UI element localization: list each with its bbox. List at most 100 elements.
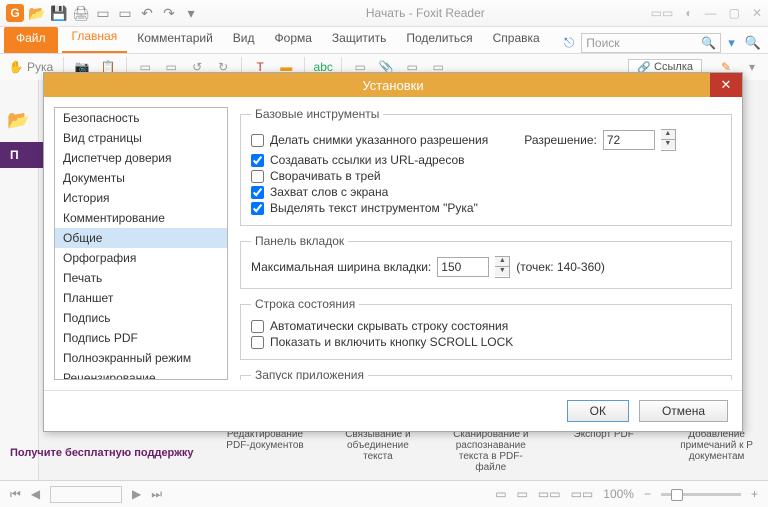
lbl-width-hint: (точек: 140-360) xyxy=(516,260,605,274)
lbl-scrolllock: Показать и включить кнопку SCROLL LOCK xyxy=(270,335,513,349)
cat-signature[interactable]: Подпись xyxy=(55,308,227,328)
dialog-close-button[interactable]: ✕ xyxy=(710,73,742,97)
prev-page-icon[interactable]: ◀ xyxy=(31,487,40,501)
find-prev-icon[interactable]: ⎋ xyxy=(561,35,577,51)
first-page-icon[interactable]: ⏮ xyxy=(10,487,21,502)
online-search-icon[interactable]: 🔍 xyxy=(742,35,764,51)
search-input[interactable]: Поиск 🔍 xyxy=(581,33,721,53)
group-basic: Базовые инструменты Делать снимки указан… xyxy=(240,107,732,226)
cat-page-view[interactable]: Вид страницы xyxy=(55,128,227,148)
zoom-value: 100% xyxy=(603,487,634,501)
cat-print[interactable]: Печать xyxy=(55,268,227,288)
title-bar: G 📂 💾 🖨 ▭ ▭ ↶ ↷ ▾ Начать - Foxit Reader … xyxy=(0,0,768,27)
cat-commenting[interactable]: Комментирование xyxy=(55,208,227,228)
resolution-spinner[interactable]: ▲▼ xyxy=(661,129,676,151)
spin-down-icon[interactable]: ▼ xyxy=(495,267,509,276)
settings-pane: Базовые инструменты Делать снимки указан… xyxy=(240,107,732,380)
chk-hand-select[interactable] xyxy=(251,202,264,215)
lbl-resolution: Разрешение: xyxy=(524,133,597,147)
thumb-scan[interactable]: Сканирование ираспознаваниетекста в PDF-… xyxy=(449,429,532,473)
thumb-edit[interactable]: РедактированиеPDF-документов xyxy=(224,429,307,451)
next-page-icon[interactable]: ▶ xyxy=(132,487,141,501)
zoom-in-icon[interactable]: + xyxy=(751,487,758,501)
tab-form[interactable]: Форма xyxy=(265,27,322,53)
category-list[interactable]: Безопасность Вид страницы Диспетчер дове… xyxy=(54,107,228,380)
skin-icon[interactable]: ◐ xyxy=(685,6,692,20)
promo-text[interactable]: Получите бесплатную поддержку xyxy=(10,447,194,459)
quick-access-toolbar: G 📂 💾 🖨 ▭ ▭ ↶ ↷ ▾ xyxy=(6,4,200,22)
tab-view[interactable]: Вид xyxy=(223,27,265,53)
lbl-capture: Захват слов с экрана xyxy=(270,185,388,199)
folder-icon[interactable]: 📂 xyxy=(7,110,31,134)
redo-icon[interactable]: ↷ xyxy=(160,4,178,22)
group-startup-legend: Запуск приложения xyxy=(251,368,368,380)
tab-protect[interactable]: Защитить xyxy=(322,27,396,53)
lbl-snapshot: Делать снимки указанного разрешения xyxy=(270,133,488,147)
page-icon[interactable]: ▭ xyxy=(94,4,112,22)
ribbon-mode-icon[interactable]: ▭▭ xyxy=(651,6,674,20)
page-field[interactable] xyxy=(50,486,122,503)
lbl-tray: Сворачивать в трей xyxy=(270,169,381,183)
spin-up-icon[interactable]: ▲ xyxy=(661,130,675,140)
thumb-notes[interactable]: Добавлениепримечаний к Pдокументам xyxy=(675,429,758,462)
preferences-dialog: Установки ✕ Безопасность Вид страницы Ди… xyxy=(43,72,743,432)
tab-share[interactable]: Поделиться xyxy=(396,27,482,53)
group-status-legend: Строка состояния xyxy=(251,297,359,311)
cat-tablet[interactable]: Планшет xyxy=(55,288,227,308)
view-facing-icon[interactable]: ▭▭ xyxy=(538,487,561,501)
print-icon[interactable]: 🖨 xyxy=(72,4,90,22)
cancel-button[interactable]: Отмена xyxy=(639,400,728,422)
undo-icon[interactable]: ↶ xyxy=(138,4,156,22)
thumb-combine[interactable]: Связывание иобъединениетекста xyxy=(336,429,419,462)
view-single-icon[interactable]: ▭ xyxy=(495,487,506,501)
zoom-slider[interactable] xyxy=(661,493,741,496)
group-startup: Запуск приложения Показывать стартовую с… xyxy=(240,368,732,380)
maximize-icon[interactable]: ▢ xyxy=(729,6,740,20)
view-cont-icon[interactable]: ▭ xyxy=(517,487,528,501)
pages-icon[interactable]: ▭ xyxy=(116,4,134,22)
resolution-input[interactable]: 72 xyxy=(603,130,655,150)
ok-button[interactable]: ОК xyxy=(567,400,629,422)
max-width-spinner[interactable]: ▲▼ xyxy=(495,256,510,278)
cat-security[interactable]: Безопасность xyxy=(55,108,227,128)
lbl-links: Создавать ссылки из URL-адресов xyxy=(270,153,465,167)
lbl-hand-select: Выделять текст инструментом "Рука" xyxy=(270,201,478,215)
close-icon[interactable]: ✕ xyxy=(752,6,762,20)
more-icon[interactable]: ▾ xyxy=(744,59,760,75)
cat-spell[interactable]: Орфография xyxy=(55,248,227,268)
spin-down-icon[interactable]: ▼ xyxy=(661,140,675,149)
group-status: Строка состояния Автоматически скрывать … xyxy=(240,297,732,360)
max-width-input[interactable]: 150 xyxy=(437,257,489,277)
save-icon[interactable]: 💾 xyxy=(50,4,68,22)
tab-home[interactable]: Главная xyxy=(62,25,128,53)
last-page-icon[interactable]: ⏭ xyxy=(151,487,162,502)
ribbon-tabs: Файл Главная Комментарий Вид Форма Защит… xyxy=(0,27,768,54)
cat-fullscreen[interactable]: Полноэкранный режим xyxy=(55,348,227,368)
view-cont-facing-icon[interactable]: ▭▭ xyxy=(571,487,594,501)
chk-links[interactable] xyxy=(251,154,264,167)
cat-documents[interactable]: Документы xyxy=(55,168,227,188)
thumbnail-row: Получите бесплатную поддержку Редактиров… xyxy=(0,429,768,481)
chk-scrolllock[interactable] xyxy=(251,336,264,349)
dropdown-icon[interactable]: ▾ xyxy=(182,4,200,22)
minimize-icon[interactable]: — xyxy=(705,6,717,20)
window-controls: ▭▭ ◐ — ▢ ✕ xyxy=(651,6,762,20)
chk-capture[interactable] xyxy=(251,186,264,199)
chk-autohide[interactable] xyxy=(251,320,264,333)
chk-tray[interactable] xyxy=(251,170,264,183)
lbl-max-width: Максимальная ширина вкладки: xyxy=(251,260,431,274)
spin-up-icon[interactable]: ▲ xyxy=(495,257,509,267)
group-basic-legend: Базовые инструменты xyxy=(251,107,383,121)
file-tab[interactable]: Файл xyxy=(4,27,58,53)
tab-help[interactable]: Справка xyxy=(483,27,550,53)
tab-comment[interactable]: Комментарий xyxy=(127,27,223,53)
zoom-out-icon[interactable]: − xyxy=(644,487,651,501)
open-icon[interactable]: 📂 xyxy=(28,4,46,22)
cat-sig-pdf[interactable]: Подпись PDF xyxy=(55,328,227,348)
cat-review[interactable]: Рецензирование xyxy=(55,368,227,380)
search-menu-icon[interactable]: ▾ xyxy=(725,35,738,51)
cat-trust[interactable]: Диспетчер доверия xyxy=(55,148,227,168)
cat-general[interactable]: Общие xyxy=(55,228,227,248)
cat-history[interactable]: История xyxy=(55,188,227,208)
chk-snapshot[interactable] xyxy=(251,134,264,147)
